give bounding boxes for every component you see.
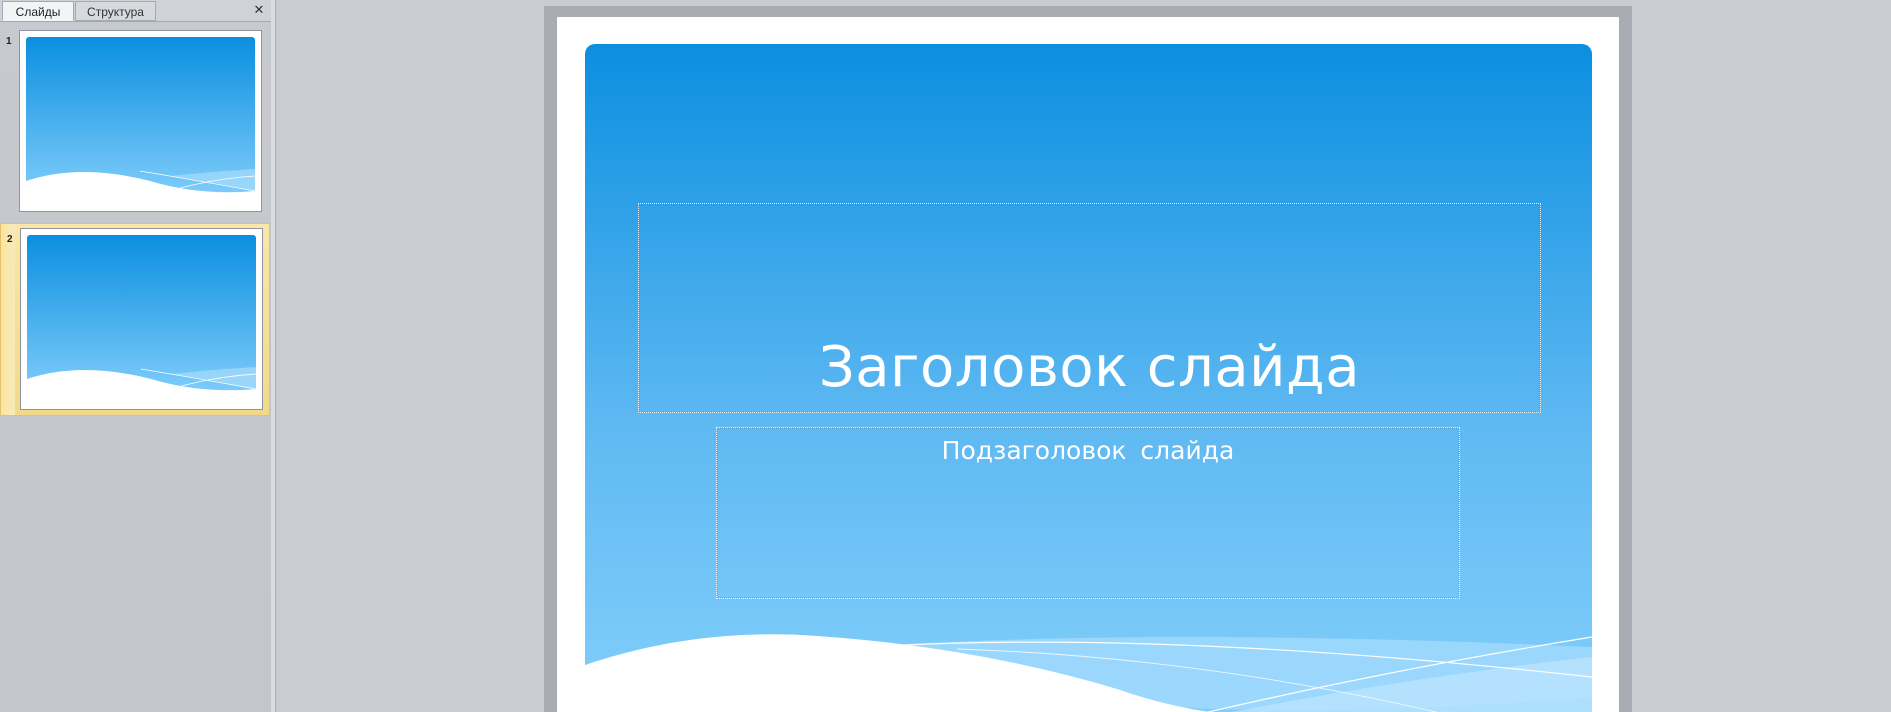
tab-outline[interactable]: Структура	[75, 1, 156, 21]
selection-highlight	[1, 224, 15, 415]
panel-splitter[interactable]	[271, 0, 276, 712]
panel-tabbar: Слайды Структура ✕	[0, 0, 271, 22]
close-icon[interactable]: ✕	[251, 3, 267, 19]
slides-panel: Слайды Структура ✕ 1 2	[0, 0, 272, 712]
slide-thumbnail[interactable]	[20, 228, 263, 410]
slide-thumbnail-row-2[interactable]: 2	[0, 223, 270, 416]
slide-number: 2	[7, 234, 13, 245]
slide-thumbnail-row-1[interactable]: 1	[0, 26, 270, 218]
subtitle-placeholder[interactable]: Подзаголовок слайда	[716, 427, 1460, 599]
slide-thumbnail[interactable]	[19, 30, 262, 212]
slide-subtitle: Подзаголовок слайда	[941, 436, 1235, 465]
slide-number: 1	[6, 36, 12, 47]
tab-slides[interactable]: Слайды	[2, 1, 74, 21]
slide-canvas[interactable]: Заголовок слайда Подзаголовок слайда	[557, 17, 1619, 712]
title-placeholder[interactable]: Заголовок слайда	[638, 203, 1541, 413]
slide-title: Заголовок слайда	[818, 335, 1361, 400]
